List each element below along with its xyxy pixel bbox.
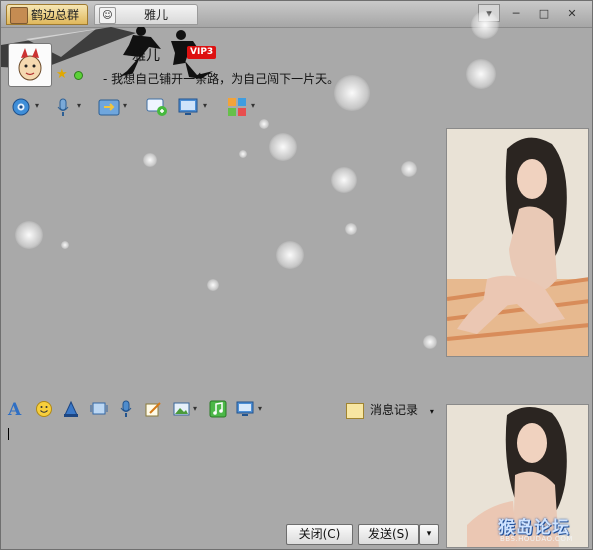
contact-avatar-icon: ☺ bbox=[99, 7, 116, 24]
chat-window: 鹤边总群 ☺ 雅儿 ▾ ─ □ ✕ bbox=[0, 0, 593, 550]
magic-expression-icon bbox=[64, 400, 78, 417]
message-history-area[interactable] bbox=[1, 11, 499, 393]
send-options-button[interactable]: ▾ bbox=[419, 524, 439, 545]
screen-shake-icon bbox=[90, 402, 108, 415]
remote-assist-icon bbox=[178, 98, 198, 115]
bokeh-light-icon bbox=[276, 241, 304, 269]
bokeh-light-icon bbox=[401, 161, 417, 177]
send-button[interactable]: 发送(S) bbox=[358, 524, 419, 545]
emoji-icon bbox=[36, 401, 52, 417]
apps-icon bbox=[228, 98, 246, 116]
maximize-button[interactable]: □ bbox=[533, 4, 555, 22]
font-button[interactable]: A bbox=[8, 400, 26, 420]
voice-message-button[interactable] bbox=[117, 400, 137, 420]
close-button[interactable]: 关闭(C) bbox=[286, 524, 353, 545]
message-history-icon bbox=[346, 402, 364, 419]
file-transfer-button[interactable]: ▾ bbox=[97, 95, 129, 119]
tab-label: 鹤边总群 bbox=[31, 8, 80, 22]
bokeh-light-icon bbox=[259, 119, 269, 129]
bokeh-light-icon bbox=[345, 223, 357, 235]
dropdown-icon[interactable]: ▾ bbox=[251, 101, 255, 110]
portrait-photo-icon bbox=[447, 129, 588, 356]
contact-avatar[interactable] bbox=[8, 43, 52, 87]
text-caret bbox=[8, 428, 9, 440]
message-history-label: 消息记录 bbox=[370, 403, 419, 417]
bokeh-light-icon bbox=[423, 335, 437, 349]
screenshot-button[interactable]: ▾ bbox=[236, 400, 266, 420]
bokeh-light-icon bbox=[466, 59, 496, 89]
bokeh-light-icon bbox=[471, 11, 499, 39]
title-bar: 鹤边总群 ☺ 雅儿 ▾ ─ □ ✕ bbox=[1, 1, 592, 28]
emoji-button[interactable] bbox=[35, 400, 55, 420]
dropdown-icon[interactable]: ▾ bbox=[77, 101, 81, 110]
message-history-button[interactable]: 消息记录 ▾ bbox=[346, 400, 434, 420]
video-call-button[interactable]: ▾ bbox=[9, 95, 41, 119]
file-transfer-icon bbox=[98, 99, 120, 116]
tab-group-chat[interactable]: 鹤边总群 bbox=[6, 4, 88, 25]
minimize-icon: ─ bbox=[512, 7, 520, 20]
bokeh-light-icon bbox=[15, 221, 43, 249]
message-input[interactable] bbox=[1, 422, 441, 522]
handwriting-button[interactable] bbox=[144, 400, 164, 420]
input-toolbar: A ▾ ▾ 消息记录 ▾ bbox=[1, 398, 441, 422]
bokeh-light-icon bbox=[334, 75, 370, 111]
vip-badge[interactable]: VIP3 bbox=[187, 46, 217, 59]
magic-expression-button[interactable] bbox=[62, 400, 82, 420]
handwriting-icon bbox=[145, 402, 161, 417]
voice-message-icon bbox=[120, 400, 132, 417]
screenshot-icon bbox=[236, 401, 254, 416]
contact-name: 雅儿 bbox=[132, 48, 160, 64]
voice-call-icon bbox=[57, 98, 69, 116]
video-call-icon bbox=[12, 98, 30, 116]
music-button[interactable] bbox=[209, 400, 229, 420]
bokeh-light-icon bbox=[207, 279, 219, 291]
bokeh-light-icon bbox=[143, 153, 157, 167]
sms-button[interactable] bbox=[145, 95, 177, 119]
cartoon-avatar-icon bbox=[18, 48, 42, 81]
close-window-button[interactable]: ✕ bbox=[561, 4, 583, 22]
sms-icon bbox=[146, 98, 167, 116]
font-icon: A bbox=[8, 400, 22, 420]
tab-label: 雅儿 bbox=[143, 8, 168, 22]
star-icon[interactable]: ★ bbox=[56, 67, 68, 82]
bokeh-light-icon bbox=[61, 241, 69, 249]
bokeh-light-icon bbox=[269, 133, 297, 161]
apps-button[interactable]: ▾ bbox=[225, 95, 257, 119]
bokeh-light-icon bbox=[239, 150, 247, 158]
dropdown-icon[interactable]: ▾ bbox=[203, 101, 207, 110]
forum-watermark: 猴岛论坛 BBS.HOUDAO.COM bbox=[498, 513, 590, 547]
dropdown-icon[interactable]: ▾ bbox=[193, 404, 197, 413]
dropdown-icon[interactable]: ▾ bbox=[123, 101, 127, 110]
maximize-icon: □ bbox=[538, 7, 550, 20]
signature-text: - 我想自己铺开一条路，为自己闯下一片天。 bbox=[103, 72, 340, 86]
dropdown-icon[interactable]: ▾ bbox=[35, 101, 39, 110]
music-icon bbox=[209, 400, 227, 418]
contact-photo-large bbox=[446, 128, 589, 357]
image-icon bbox=[173, 402, 190, 416]
tab-contact[interactable]: ☺ 雅儿 bbox=[94, 4, 198, 25]
voice-call-button[interactable]: ▾ bbox=[51, 95, 83, 119]
bokeh-light-icon bbox=[331, 167, 357, 193]
dropdown-icon: ▾ bbox=[426, 529, 432, 539]
dropdown-icon[interactable]: ▾ bbox=[430, 407, 434, 416]
remote-assist-button[interactable]: ▾ bbox=[177, 95, 209, 119]
minimize-button[interactable]: ─ bbox=[505, 4, 527, 22]
watermark-url: BBS.HOUDAO.COM bbox=[500, 535, 573, 543]
image-button[interactable]: ▾ bbox=[173, 400, 201, 420]
close-icon: ✕ bbox=[567, 7, 577, 20]
screen-shake-button[interactable] bbox=[90, 400, 110, 420]
online-status-icon bbox=[74, 71, 83, 80]
dropdown-icon[interactable]: ▾ bbox=[258, 404, 262, 413]
group-avatar-icon bbox=[10, 7, 28, 24]
